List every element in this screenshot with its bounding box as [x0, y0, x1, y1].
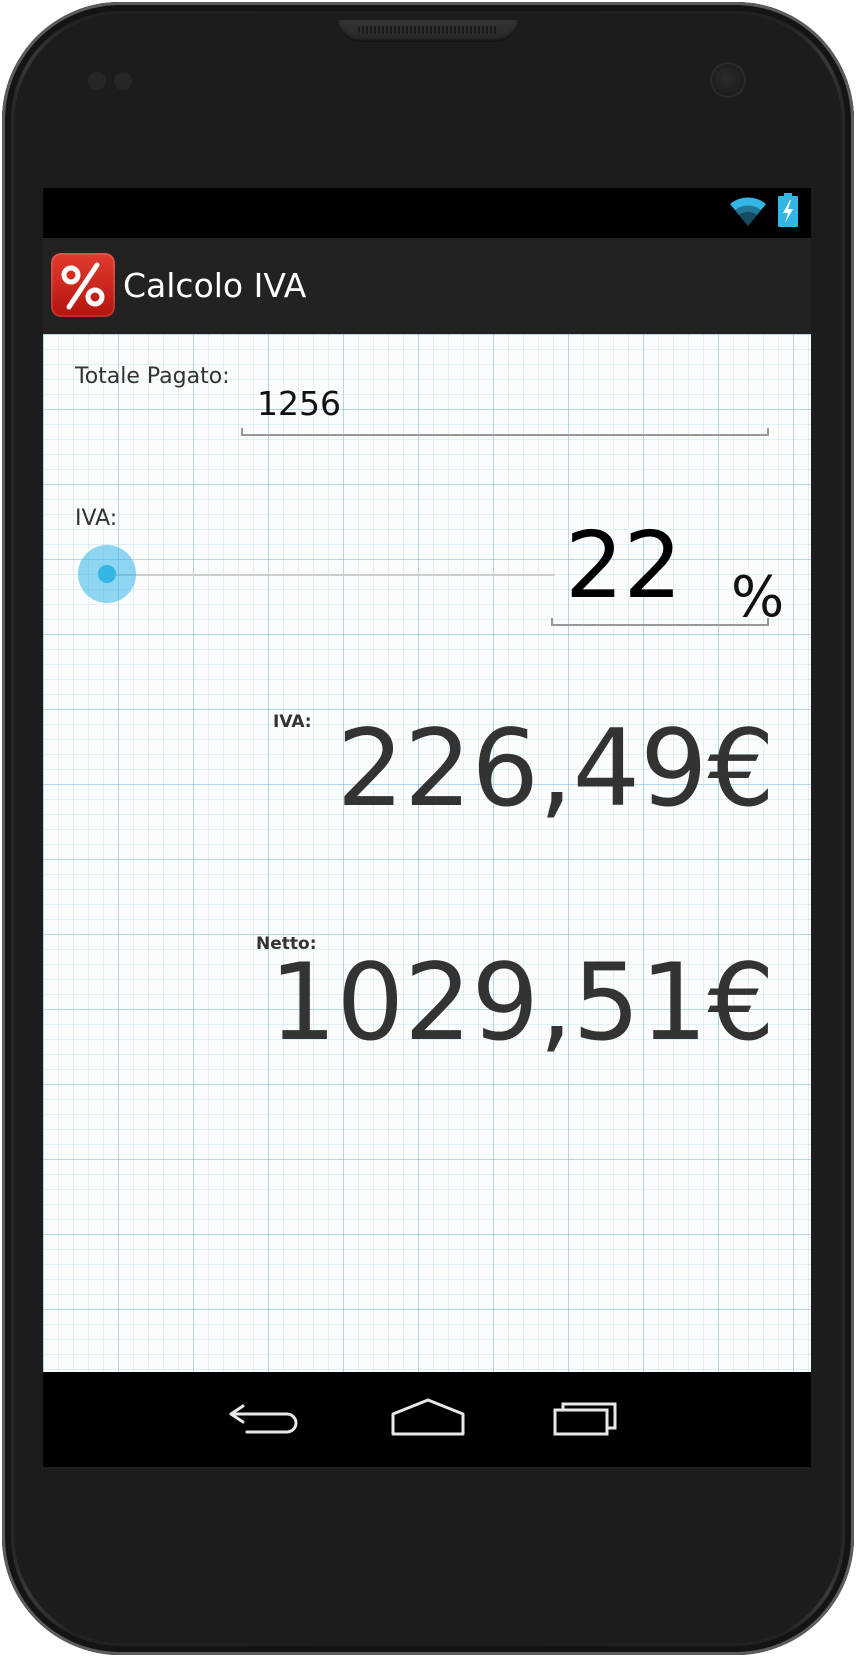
app-title: Calcolo IVA [123, 266, 307, 305]
totale-pagato-label: Totale Pagato: [75, 364, 230, 389]
iva-slider-label: IVA: [75, 506, 118, 531]
recent-apps-icon[interactable] [543, 1386, 633, 1452]
action-bar: Calcolo IVA [43, 238, 811, 334]
totale-pagato-value: 1256 [257, 384, 341, 423]
percent-app-icon[interactable] [51, 253, 115, 317]
back-icon[interactable] [223, 1386, 313, 1452]
iva-percent-value: 22 [565, 512, 683, 619]
proximity-sensor [88, 72, 106, 90]
battery-charging-icon [778, 193, 798, 227]
iva-slider-thumb[interactable] [78, 545, 136, 603]
front-camera [710, 62, 746, 98]
navigation-bar [43, 1372, 811, 1467]
home-icon[interactable] [383, 1386, 473, 1452]
slider-thumb-core [98, 565, 116, 583]
iva-result-label: IVA: [273, 712, 312, 732]
percent-sign: % [731, 565, 785, 630]
iva-result-value: 226,49€ [336, 707, 775, 830]
speaker-grill [358, 26, 498, 34]
light-sensor [114, 72, 132, 90]
screen: Calcolo IVA Totale Pagato: 1256 IVA: 22 … [43, 188, 811, 1467]
totale-pagato-input[interactable]: 1256 [241, 374, 769, 436]
wifi-icon [730, 197, 766, 226]
iva-slider-track[interactable] [105, 574, 555, 576]
netto-value: 1029,51€ [269, 941, 775, 1064]
calculator-content: Totale Pagato: 1256 IVA: 22 % IVA: 226,4… [43, 334, 811, 1372]
status-bar [43, 188, 811, 238]
